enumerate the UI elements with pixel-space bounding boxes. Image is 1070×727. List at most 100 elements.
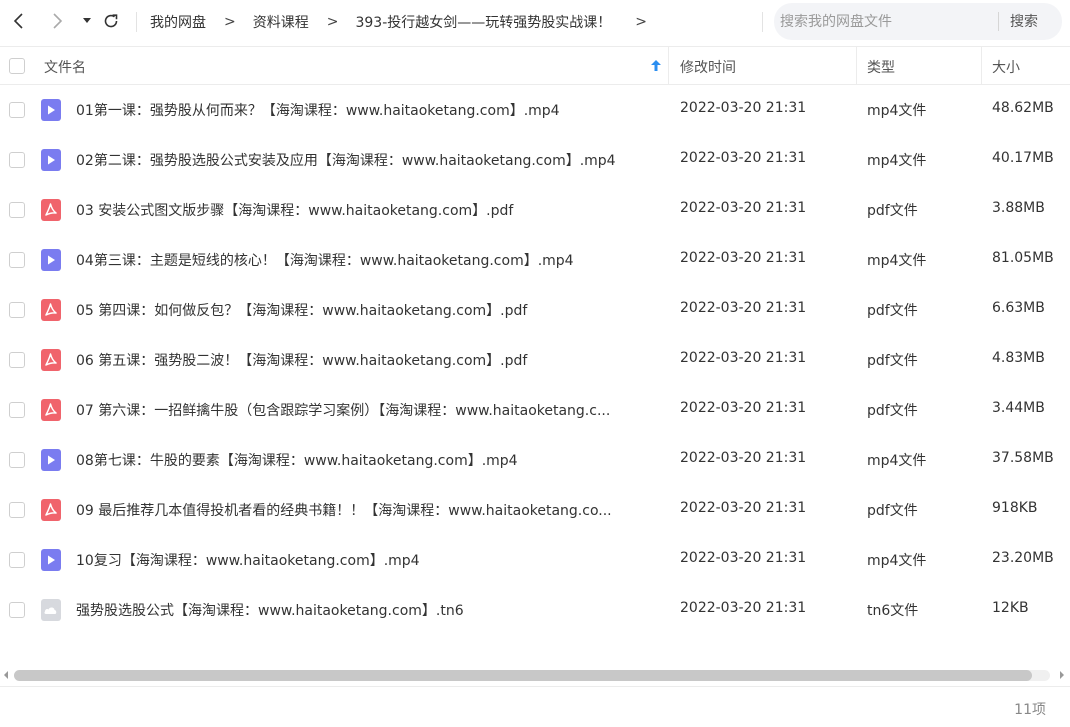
file-row[interactable]: 09 最后推荐几本值得投机者看的经典书籍！！【海淘课程：www.haitaoke… <box>0 485 1070 535</box>
file-name[interactable]: 10复习【海淘课程：www.haitaoketang.com】.mp4 <box>76 550 656 570</box>
pdf-file-icon <box>40 299 62 321</box>
file-type: pdf文件 <box>867 203 918 219</box>
row-checkbox[interactable] <box>9 302 25 318</box>
scrollbar-thumb[interactable] <box>14 670 1032 681</box>
row-checkbox[interactable] <box>9 402 25 418</box>
row-checkbox[interactable] <box>9 202 25 218</box>
column-header-name[interactable]: 文件名 <box>44 57 86 77</box>
file-size: 3.88MB <box>992 200 1045 216</box>
file-name[interactable]: 05 第四课：如何做反包？【海淘课程：www.haitaoketang.com】… <box>76 300 656 320</box>
column-divider[interactable] <box>856 47 857 85</box>
back-button[interactable] <box>8 10 30 32</box>
history-dropdown-button[interactable] <box>76 10 98 32</box>
file-name[interactable]: 03 安装公式图文版步骤【海淘课程：www.haitaoketang.com】.… <box>76 200 656 220</box>
breadcrumb-item[interactable]: 我的网盘 <box>150 12 206 32</box>
file-row[interactable]: 06 第五课：强势股二波！【海淘课程：www.haitaoketang.com】… <box>0 335 1070 385</box>
row-checkbox[interactable] <box>9 552 25 568</box>
file-name[interactable]: 04第三课：主题是短线的核心！【海淘课程：www.haitaoketang.co… <box>76 250 656 270</box>
row-checkbox[interactable] <box>9 252 25 268</box>
file-modified-time: 2022-03-20 21:31 <box>680 100 807 116</box>
column-divider[interactable] <box>981 47 982 85</box>
file-name[interactable]: 09 最后推荐几本值得投机者看的经典书籍！！【海淘课程：www.haitaoke… <box>76 500 656 520</box>
row-checkbox[interactable] <box>9 152 25 168</box>
row-checkbox[interactable] <box>9 352 25 368</box>
column-header-size[interactable]: 大小 <box>992 57 1020 77</box>
file-row[interactable]: 04第三课：主题是短线的核心！【海淘课程：www.haitaoketang.co… <box>0 235 1070 285</box>
generic-file-icon <box>41 599 61 621</box>
file-type: tn6文件 <box>867 603 919 619</box>
breadcrumb-item[interactable]: 393-投行越女剑——玩转强势股实战课！ <box>355 12 611 32</box>
video-file-icon <box>41 549 61 571</box>
search-button[interactable]: 搜索 <box>1010 11 1038 31</box>
video-file-icon <box>40 449 62 471</box>
video-file-icon <box>40 549 62 571</box>
file-size: 23.20MB <box>992 550 1054 566</box>
toolbar-divider <box>762 12 763 32</box>
file-name[interactable]: 08第七课：牛股的要素【海淘课程：www.haitaoketang.com】.m… <box>76 450 656 470</box>
pdf-file-icon <box>41 199 61 221</box>
refresh-button[interactable] <box>100 10 122 32</box>
file-row[interactable]: 02第二课：强势股选股公式安装及应用【海淘课程：www.haitaoketang… <box>0 135 1070 185</box>
file-row[interactable]: 07 第六课：一招鲜擒牛股（包含跟踪学习案例）【海淘课程：www.haitaok… <box>0 385 1070 435</box>
file-size: 37.58MB <box>992 450 1054 466</box>
search-box: 搜索 <box>774 3 1062 40</box>
file-size: 6.63MB <box>992 300 1045 316</box>
file-type: pdf文件 <box>867 403 918 419</box>
scroll-left-icon[interactable] <box>2 670 10 680</box>
video-file-icon <box>40 149 62 171</box>
file-size: 918KB <box>992 500 1038 516</box>
file-row[interactable]: 03 安装公式图文版步骤【海淘课程：www.haitaoketang.com】.… <box>0 185 1070 235</box>
file-row[interactable]: 08第七课：牛股的要素【海淘课程：www.haitaoketang.com】.m… <box>0 435 1070 485</box>
scroll-right-icon[interactable] <box>1058 670 1066 680</box>
file-name[interactable]: 06 第五课：强势股二波！【海淘课程：www.haitaoketang.com】… <box>76 350 656 370</box>
file-name[interactable]: 01第一课：强势股从何而来？【海淘课程：www.haitaoketang.com… <box>76 100 656 120</box>
file-modified-time: 2022-03-20 21:31 <box>680 300 807 316</box>
file-type: pdf文件 <box>867 303 918 319</box>
breadcrumb-separator[interactable]: > <box>635 14 647 30</box>
pdf-file-icon <box>40 349 62 371</box>
sort-ascending-icon[interactable] <box>650 59 662 72</box>
column-divider[interactable] <box>668 47 669 85</box>
row-checkbox[interactable] <box>9 602 25 618</box>
select-all-checkbox[interactable] <box>9 58 25 74</box>
file-row[interactable]: 10复习【海淘课程：www.haitaoketang.com】.mp4 2022-… <box>0 535 1070 585</box>
file-name[interactable]: 02第二课：强势股选股公式安装及应用【海淘课程：www.haitaoketang… <box>76 150 656 170</box>
video-file-icon <box>41 249 61 271</box>
file-modified-time: 2022-03-20 21:31 <box>680 250 807 266</box>
chevron-left-icon <box>13 13 23 29</box>
search-divider <box>998 12 999 31</box>
horizontal-scrollbar[interactable] <box>0 666 1070 684</box>
pdf-file-icon <box>40 199 62 221</box>
file-modified-time: 2022-03-20 21:31 <box>680 450 807 466</box>
file-size: 40.17MB <box>992 150 1054 166</box>
file-modified-time: 2022-03-20 21:31 <box>680 550 807 566</box>
file-row[interactable]: 05 第四课：如何做反包？【海淘课程：www.haitaoketang.com】… <box>0 285 1070 335</box>
file-modified-time: 2022-03-20 21:31 <box>680 600 807 616</box>
video-file-icon <box>41 149 61 171</box>
status-bar: 11项 <box>0 686 1070 727</box>
pdf-file-icon <box>40 499 62 521</box>
file-type: mp4文件 <box>867 453 927 469</box>
file-type: mp4文件 <box>867 103 927 119</box>
caret-down-icon <box>83 18 91 23</box>
forward-button[interactable] <box>46 10 68 32</box>
file-type: mp4文件 <box>867 153 927 169</box>
file-name[interactable]: 07 第六课：一招鲜擒牛股（包含跟踪学习案例）【海淘课程：www.haitaok… <box>76 400 656 420</box>
file-type: mp4文件 <box>867 253 927 269</box>
file-row[interactable]: 强势股选股公式【海淘课程：www.haitaoketang.com】.tn6 20… <box>0 585 1070 635</box>
search-input[interactable] <box>780 11 990 32</box>
column-header-type[interactable]: 类型 <box>867 57 895 77</box>
breadcrumb-item[interactable]: 资料课程 <box>253 12 309 32</box>
row-checkbox[interactable] <box>9 102 25 118</box>
pdf-file-icon <box>41 399 61 421</box>
file-name[interactable]: 强势股选股公式【海淘课程：www.haitaoketang.com】.tn6 <box>76 600 656 620</box>
file-modified-time: 2022-03-20 21:31 <box>680 200 807 216</box>
video-file-icon <box>41 449 61 471</box>
row-checkbox[interactable] <box>9 502 25 518</box>
breadcrumb-separator: > <box>224 14 236 30</box>
file-size: 4.83MB <box>992 350 1045 366</box>
row-checkbox[interactable] <box>9 452 25 468</box>
file-list-header: 文件名 修改时间 类型 大小 <box>0 46 1070 85</box>
file-row[interactable]: 01第一课：强势股从何而来？【海淘课程：www.haitaoketang.com… <box>0 85 1070 135</box>
column-header-modified[interactable]: 修改时间 <box>680 57 736 77</box>
